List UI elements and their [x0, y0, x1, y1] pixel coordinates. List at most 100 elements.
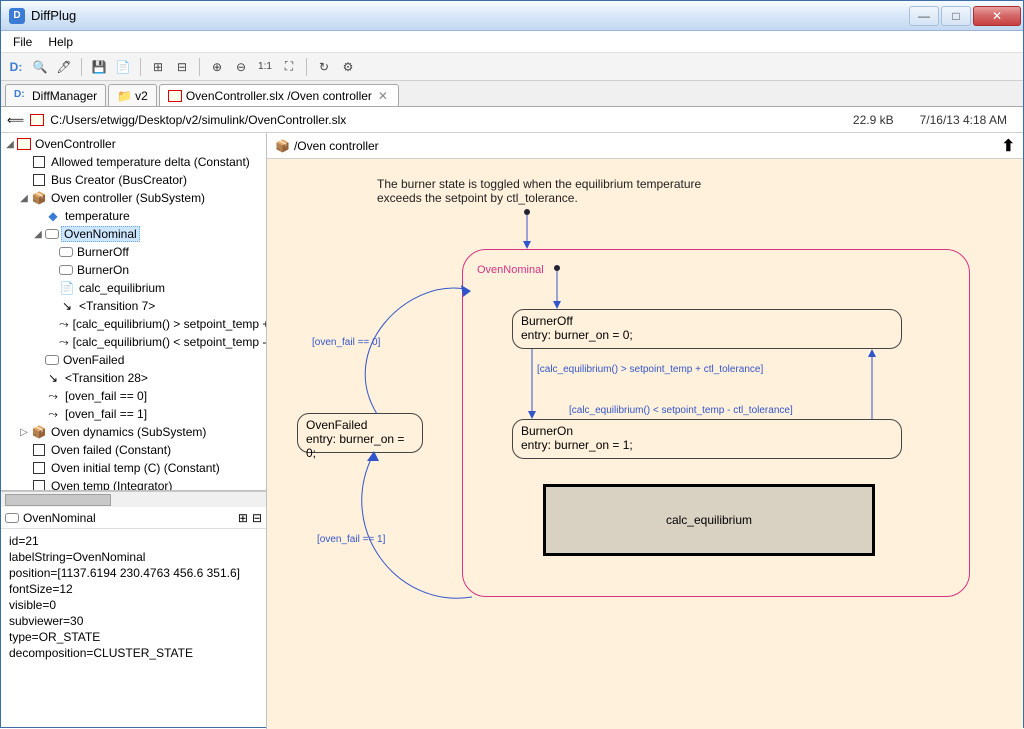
gear-icon[interactable]: ⚙ [337, 56, 359, 78]
state-ovenfailed[interactable]: OvenFailed entry: burner_on = 0; [297, 413, 423, 453]
tree-node[interactable]: BurnerOff [75, 245, 131, 259]
window-title: DiffPlug [31, 8, 909, 23]
zoom-out-icon[interactable]: ⊖ [230, 56, 252, 78]
state-name: OvenFailed [306, 418, 414, 432]
breadcrumb-path[interactable]: /Oven controller [290, 139, 379, 153]
wand-icon[interactable]: 🖊 [53, 56, 75, 78]
maximize-button[interactable]: □ [941, 6, 971, 26]
tree-node[interactable]: Oven temp (Integrator) [49, 479, 174, 491]
state-burneron[interactable]: BurnerOn entry: burner_on = 1; [512, 419, 902, 459]
property-row: visible=0 [9, 597, 258, 613]
subsystem-icon: 📦 [275, 139, 290, 153]
zoom-fit-icon[interactable]: ⛶ [278, 56, 300, 78]
state-label: OvenNominal [477, 264, 544, 276]
port-icon: ◆ [45, 209, 61, 223]
workspace: ◢OvenController Allowed temperature delt… [1, 133, 1023, 729]
simulink-file-icon [30, 114, 44, 126]
block-icon [31, 479, 47, 491]
function-calc-equilibrium[interactable]: calc_equilibrium [543, 484, 875, 556]
state-icon [45, 229, 59, 239]
diffplug-icon[interactable]: D: [5, 56, 27, 78]
diagram-annotation: The burner state is toggled when the equ… [377, 177, 701, 205]
properties-title: OvenNominal [23, 511, 96, 525]
tree-node[interactable]: Allowed temperature delta (Constant) [49, 155, 252, 169]
state-burneroff[interactable]: BurnerOff entry: burner_on = 0; [512, 309, 902, 349]
properties-header: OvenNominal ⊞ ⊟ [1, 507, 266, 529]
model-tree[interactable]: ◢OvenController Allowed temperature delt… [1, 133, 266, 491]
tree-node[interactable]: Oven controller (SubSystem) [49, 191, 207, 205]
subsystem-icon: 📦 [31, 191, 47, 205]
state-entry: entry: burner_on = 1; [521, 438, 893, 452]
properties-list[interactable]: id=21 labelString=OvenNominal position=[… [1, 529, 266, 729]
tree-node[interactable]: calc_equilibrium [77, 281, 167, 295]
tree-h-scrollbar[interactable] [1, 491, 266, 507]
tree-node[interactable]: <Transition 28> [63, 371, 150, 385]
tree-node[interactable]: Oven initial temp (C) (Constant) [49, 461, 222, 475]
menu-help[interactable]: Help [40, 33, 81, 51]
path-bar: ⟸ C:/Users/etwigg/Desktop/v2/simulink/Ov… [1, 107, 1023, 133]
tree-node[interactable]: Oven failed (Constant) [49, 443, 173, 457]
expand-icon[interactable]: ⊞ [238, 511, 248, 525]
transition-label[interactable]: [oven_fail == 0] [312, 337, 380, 348]
tree-node[interactable]: Bus Creator (BusCreator) [49, 173, 189, 187]
transition-icon: ↘ [45, 371, 61, 385]
collapse-icon[interactable]: ⊟ [171, 56, 193, 78]
state-entry: entry: burner_on = 0; [521, 328, 893, 342]
tree-node[interactable]: <Transition 7> [77, 299, 157, 313]
property-row: subviewer=30 [9, 613, 258, 629]
property-row: labelString=OvenNominal [9, 549, 258, 565]
tree-node[interactable]: [calc_equilibrium() < setpoint_temp - ct… [71, 335, 266, 349]
tree-node[interactable]: temperature [63, 209, 132, 223]
diagram-canvas[interactable]: The burner state is toggled when the equ… [267, 159, 1023, 729]
tab-label: DiffManager [32, 89, 97, 103]
file-size: 22.9 kB [843, 113, 904, 127]
refresh-icon[interactable]: ↻ [313, 56, 335, 78]
close-tab-icon[interactable]: ✕ [376, 89, 390, 103]
state-entry: entry: burner_on = 0; [306, 432, 414, 460]
minimize-button[interactable]: — [909, 6, 939, 26]
property-row: decomposition=CLUSTER_STATE [9, 645, 258, 661]
collapse-icon[interactable]: ⊟ [252, 511, 262, 525]
block-icon [31, 155, 47, 169]
close-button[interactable]: ✕ [973, 6, 1021, 26]
main-toolbar: D: 🔍 🖊 💾 📄 ⊞ ⊟ ⊕ ⊖ 1:1 ⛶ ↻ ⚙ [1, 53, 1023, 81]
property-row: id=21 [9, 533, 258, 549]
tree-node[interactable]: Oven dynamics (SubSystem) [49, 425, 208, 439]
tree-node[interactable]: [oven_fail == 0] [63, 389, 149, 403]
function-label: calc_equilibrium [666, 513, 752, 527]
state-icon [59, 247, 73, 257]
function-icon: 📄 [59, 281, 75, 295]
transition-icon: ⤳ [59, 317, 69, 331]
tab-diffmanager[interactable]: D: DiffManager [5, 84, 106, 106]
transition-label[interactable]: [calc_equilibrium() > setpoint_temp + ct… [537, 364, 763, 375]
zoom-in-icon[interactable]: ⊕ [206, 56, 228, 78]
menu-bar: File Help [1, 31, 1023, 53]
diffmanager-icon: D: [14, 89, 28, 103]
menu-file[interactable]: File [5, 33, 40, 51]
search-icon[interactable]: 🔍 [29, 56, 51, 78]
property-row: type=OR_STATE [9, 629, 258, 645]
tree-node[interactable]: OvenController [33, 137, 118, 151]
transition-label[interactable]: [calc_equilibrium() < setpoint_temp - ct… [569, 405, 793, 416]
tree-node-selected[interactable]: OvenNominal [61, 226, 140, 242]
state-name: BurnerOff [521, 314, 893, 328]
tab-v2[interactable]: 📁 v2 [108, 84, 157, 106]
expand-icon[interactable]: ⊞ [147, 56, 169, 78]
save-icon[interactable]: 💾 [88, 56, 110, 78]
tree-node[interactable]: BurnerOn [75, 263, 131, 277]
tree-node[interactable]: [oven_fail == 1] [63, 407, 149, 421]
tree-node[interactable]: OvenFailed [61, 353, 126, 367]
tree-node[interactable]: [calc_equilibrium() > setpoint_temp + ct… [71, 317, 266, 331]
diagram-panel: 📦 /Oven controller ⬆ The burner state is… [267, 133, 1023, 729]
left-panel: ◢OvenController Allowed temperature delt… [1, 133, 267, 729]
transition-icon: ⤳ [59, 335, 69, 349]
save-as-icon[interactable]: 📄 [112, 56, 134, 78]
zoom-actual-icon[interactable]: 1:1 [254, 56, 276, 78]
nav-back-icon[interactable]: ⟸ [7, 113, 24, 127]
tab-ovencontroller[interactable]: OvenController.slx /Oven controller ✕ [159, 84, 399, 106]
navigate-up-icon[interactable]: ⬆ [1002, 136, 1015, 156]
transition-label[interactable]: [oven_fail == 1] [317, 534, 385, 545]
property-row: position=[1137.6194 230.4763 456.6 351.6… [9, 565, 258, 581]
window-titlebar: D DiffPlug — □ ✕ [1, 1, 1023, 31]
state-icon [45, 355, 59, 365]
